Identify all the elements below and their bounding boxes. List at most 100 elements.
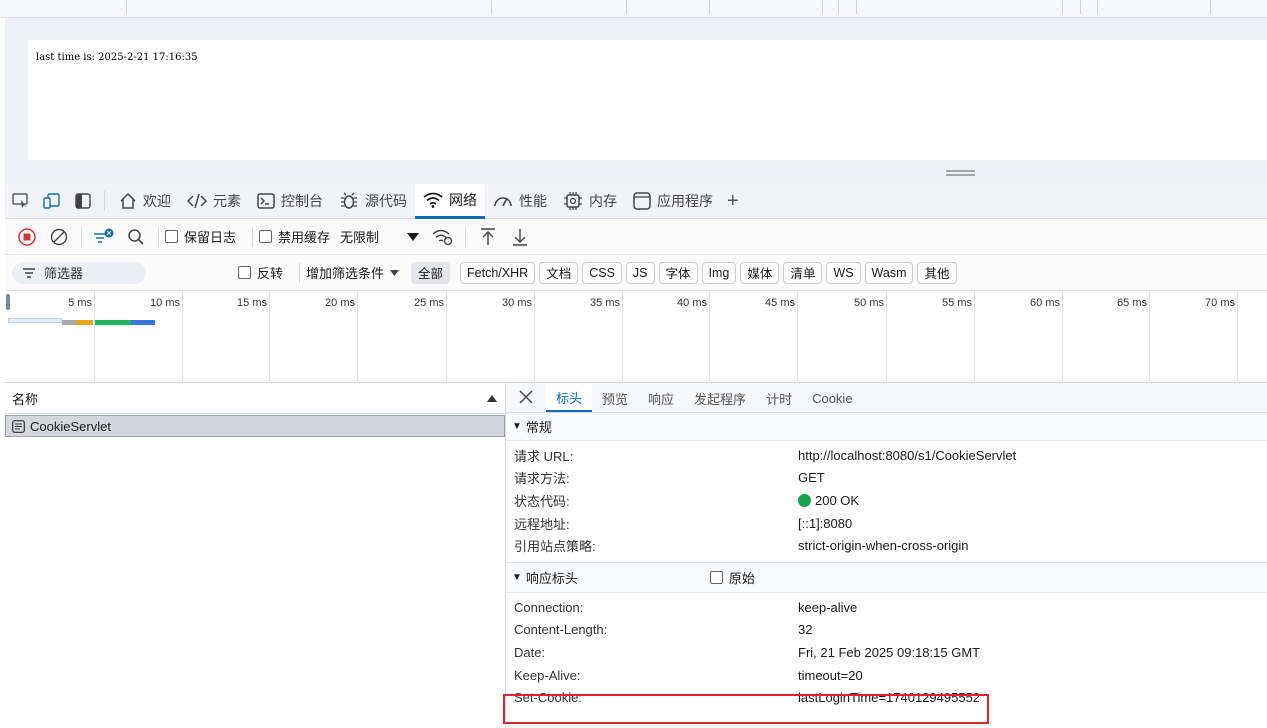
- close-details-button[interactable]: [506, 382, 546, 412]
- memory-icon: [564, 192, 582, 210]
- inspect-element-button[interactable]: [5, 184, 36, 219]
- type-filter-doc[interactable]: 文档: [539, 261, 579, 284]
- invert-checkbox[interactable]: 反转: [238, 263, 283, 282]
- divider: [299, 262, 301, 283]
- type-filter-wasm[interactable]: Wasm: [864, 261, 914, 284]
- header-row-request-method: 请求方法: GET: [514, 470, 825, 487]
- collapse-triangle-icon: ▼: [512, 571, 522, 583]
- inspect-icon: [11, 193, 28, 208]
- resize-handle[interactable]: [946, 170, 975, 176]
- more-filters-dropdown[interactable]: 增加筛选条件: [306, 263, 400, 282]
- strip-divider: [1210, 0, 1211, 14]
- strip-divider: [838, 0, 839, 14]
- strip-divider: [1097, 0, 1098, 14]
- type-filter-css[interactable]: CSS: [582, 261, 622, 284]
- filter-icon: [94, 228, 114, 243]
- timeline-tick: 15 ms: [237, 291, 270, 383]
- type-filter-js[interactable]: JS: [625, 261, 655, 284]
- tab-network[interactable]: 网络: [415, 183, 485, 219]
- preserve-log-checkbox[interactable]: 保留日志: [165, 227, 236, 246]
- page-content: last time is: 2025-2-21 17:16:35: [28, 40, 1267, 160]
- timeline-tick: 40 ms: [677, 291, 710, 383]
- details-tabbar: 标头 预览 响应 发起程序 计时 Cookie: [506, 383, 1267, 413]
- throttling-select[interactable]: 无限制: [340, 227, 420, 246]
- response-headers-section: Connection: keep-alive Content-Length: 3…: [506, 593, 1267, 709]
- tab-timing[interactable]: 计时: [756, 384, 802, 412]
- timeline-tick: 50 ms: [854, 291, 887, 383]
- waterfall-dns: [76, 320, 93, 325]
- type-filter-all[interactable]: 全部: [411, 261, 451, 284]
- checkbox-box[interactable]: [709, 570, 723, 584]
- checkbox-box[interactable]: [259, 230, 273, 243]
- search-button[interactable]: [120, 221, 152, 253]
- header-row-set-cookie: Set-Cookie: lastLoginTime=1740129495552: [514, 690, 981, 706]
- type-filter-other[interactable]: 其他: [917, 261, 957, 284]
- divider: [81, 226, 82, 247]
- export-har-button[interactable]: [504, 221, 536, 253]
- wifi-icon: [423, 192, 443, 208]
- upload-icon: [481, 227, 496, 245]
- waterfall-stalled: [62, 320, 76, 325]
- type-filter-font[interactable]: 字体: [658, 261, 698, 284]
- record-button[interactable]: [11, 221, 43, 253]
- checkbox-box[interactable]: [165, 230, 178, 243]
- name-column-header[interactable]: 名称: [5, 383, 505, 414]
- timeline-overview[interactable]: 5 ms 10 ms 15 ms 20 ms 25 ms 30 ms 35 ms…: [5, 291, 1267, 383]
- strip-divider: [822, 0, 823, 14]
- timeline-range-handle[interactable]: [6, 294, 10, 310]
- timeline-tick: 70 ms: [1205, 291, 1238, 383]
- type-filter-img[interactable]: Img: [701, 261, 737, 284]
- bug-icon: [341, 192, 357, 209]
- import-har-button[interactable]: [472, 221, 504, 253]
- strip-divider: [856, 0, 857, 14]
- type-filter-media[interactable]: 媒体: [740, 261, 780, 284]
- tab-headers[interactable]: 标头: [546, 384, 593, 412]
- wifi-settings-icon: [432, 229, 453, 245]
- header-row-keep-alive: Keep-Alive: timeout=20: [514, 667, 863, 683]
- filter-toggle-button[interactable]: [88, 221, 120, 253]
- clear-icon: [50, 228, 68, 245]
- disable-cache-checkbox[interactable]: 禁用缓存: [259, 227, 330, 246]
- status-ok-icon: [798, 493, 811, 507]
- response-headers-section-header[interactable]: ▼ 响应标头 原始: [506, 561, 1267, 593]
- request-name: CookieServlet: [30, 418, 111, 434]
- tab-cookies[interactable]: Cookie: [802, 384, 862, 412]
- strip-divider: [1080, 0, 1081, 14]
- tab-application[interactable]: 应用程序: [625, 184, 721, 219]
- tab-console[interactable]: 控制台: [249, 184, 331, 219]
- device-emulation-button[interactable]: [36, 184, 67, 219]
- tab-sources[interactable]: 源代码: [331, 184, 415, 219]
- tab-memory[interactable]: 内存: [555, 184, 625, 219]
- code-icon: [187, 193, 207, 209]
- home-icon: [120, 192, 136, 209]
- tab-preview[interactable]: 预览: [592, 384, 638, 412]
- device-icon: [42, 193, 60, 209]
- type-filter-ws[interactable]: WS: [826, 261, 861, 284]
- type-filter-manifest[interactable]: 清单: [783, 261, 823, 284]
- sidebar-icon: [74, 193, 91, 209]
- filter-lines-icon: [23, 267, 35, 278]
- tab-initiator[interactable]: 发起程序: [684, 384, 756, 412]
- dock-side-button[interactable]: [67, 184, 98, 219]
- clear-button[interactable]: [43, 221, 75, 253]
- header-row-date: Date: Fri, 21 Feb 2025 09:18:15 GMT: [514, 644, 981, 660]
- collapse-triangle-icon: ▼: [512, 421, 522, 432]
- divider: [104, 191, 105, 211]
- raw-headers-checkbox[interactable]: 原始: [709, 568, 755, 587]
- document-icon: [12, 419, 25, 433]
- network-conditions-button[interactable]: [427, 221, 459, 253]
- tab-welcome[interactable]: 欢迎: [111, 184, 179, 219]
- filter-input[interactable]: 筛选器: [12, 261, 146, 284]
- devtools-tabbar: 欢迎 元素 控制台 源代码 网络 性能 内存 应用程序 +: [5, 183, 1267, 219]
- header-row-request-url: 请求 URL: http://localhost:8080/s1/CookieS…: [514, 447, 1017, 464]
- type-filter-fetch-xhr[interactable]: Fetch/XHR: [460, 261, 536, 284]
- tab-response[interactable]: 响应: [638, 384, 684, 412]
- general-section-header[interactable]: ▼ 常规: [506, 413, 1267, 441]
- request-row[interactable]: CookieServlet: [5, 415, 505, 437]
- waterfall-download: [131, 320, 155, 325]
- tab-performance[interactable]: 性能: [485, 184, 555, 219]
- checkbox-box[interactable]: [238, 266, 251, 279]
- header-row-connection: Connection: keep-alive: [514, 599, 858, 615]
- add-tool-button[interactable]: +: [721, 184, 745, 219]
- tab-elements[interactable]: 元素: [179, 184, 249, 219]
